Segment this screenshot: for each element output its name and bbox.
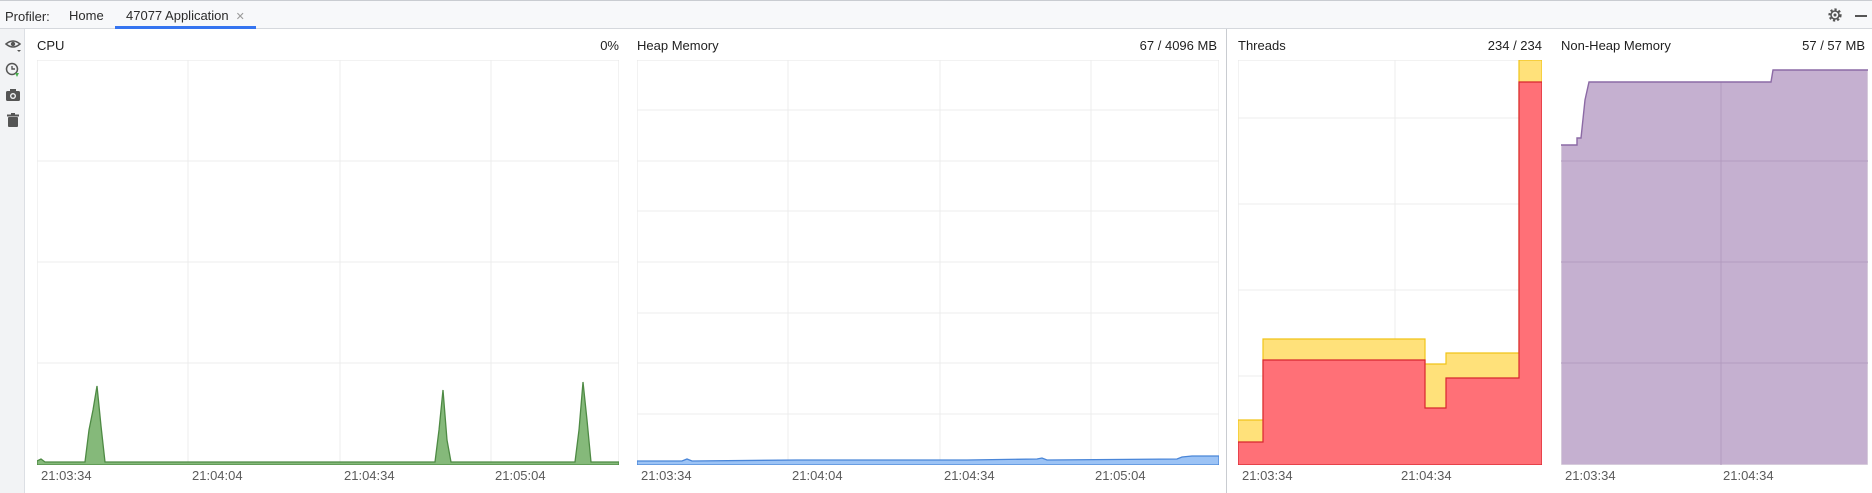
threads-chart xyxy=(1238,60,1542,465)
profiler-tab-bar: Profiler: Home 47077 Application ✕ xyxy=(0,0,1872,29)
nonheap-chart xyxy=(1561,60,1868,465)
threads-value: 234 / 234 xyxy=(1487,38,1542,53)
threads-tick-label: 21:03:34 xyxy=(1242,468,1293,483)
heap-panel: Heap Memory 67 / 4096 MB 21:03:34 21:04:… xyxy=(631,29,1219,493)
cpu-chart xyxy=(37,60,619,465)
cpu-title: CPU xyxy=(37,38,65,53)
heap-tick-label: 21:05:04 xyxy=(1095,468,1146,483)
nonheap-tick-label: 21:03:34 xyxy=(1565,468,1616,483)
tab-application[interactable]: 47077 Application ✕ xyxy=(115,1,256,29)
nonheap-panel: Non-Heap Memory 57 / 57 MB 21:03:34 21:0… xyxy=(1555,29,1872,493)
gc-icon[interactable] xyxy=(4,61,22,79)
profiler-label: Profiler: xyxy=(5,9,50,24)
trash-icon[interactable] xyxy=(4,111,22,129)
panel-divider[interactable] xyxy=(1226,29,1227,493)
heap-title: Heap Memory xyxy=(637,38,719,53)
threads-tick-label: 21:04:34 xyxy=(1401,468,1452,483)
nonheap-tick-label: 21:04:34 xyxy=(1723,468,1774,483)
heap-tick-label: 21:04:04 xyxy=(792,468,843,483)
cpu-value: 0% xyxy=(600,38,619,53)
tab-application-label: 47077 Application xyxy=(126,8,229,23)
profiler-toolbar xyxy=(0,29,25,493)
heap-tick-label: 21:03:34 xyxy=(641,468,692,483)
heap-value: 67 / 4096 MB xyxy=(1139,38,1217,53)
cpu-tick-label: 21:03:34 xyxy=(41,468,92,483)
nonheap-title: Non-Heap Memory xyxy=(1561,38,1671,53)
heap-chart xyxy=(637,60,1219,465)
minimize-icon[interactable] xyxy=(1855,15,1867,17)
gear-icon[interactable] xyxy=(1826,6,1844,24)
eye-icon[interactable] xyxy=(4,36,22,54)
cpu-tick-label: 21:04:34 xyxy=(344,468,395,483)
nonheap-value: 57 / 57 MB xyxy=(1802,38,1865,53)
threads-title: Threads xyxy=(1238,38,1286,53)
cpu-panel: CPU 0% 21:03:34 21:04:04 21:04:34 21:05:… xyxy=(31,29,619,493)
cpu-tick-label: 21:04:04 xyxy=(192,468,243,483)
close-icon[interactable]: ✕ xyxy=(236,2,245,32)
cpu-tick-label: 21:05:04 xyxy=(495,468,546,483)
threads-panel: Threads 234 / 234 21:03:34 21:04:34 xyxy=(1232,29,1543,493)
tab-home[interactable]: Home xyxy=(69,1,104,29)
snapshot-icon[interactable] xyxy=(4,86,22,104)
heap-tick-label: 21:04:34 xyxy=(944,468,995,483)
